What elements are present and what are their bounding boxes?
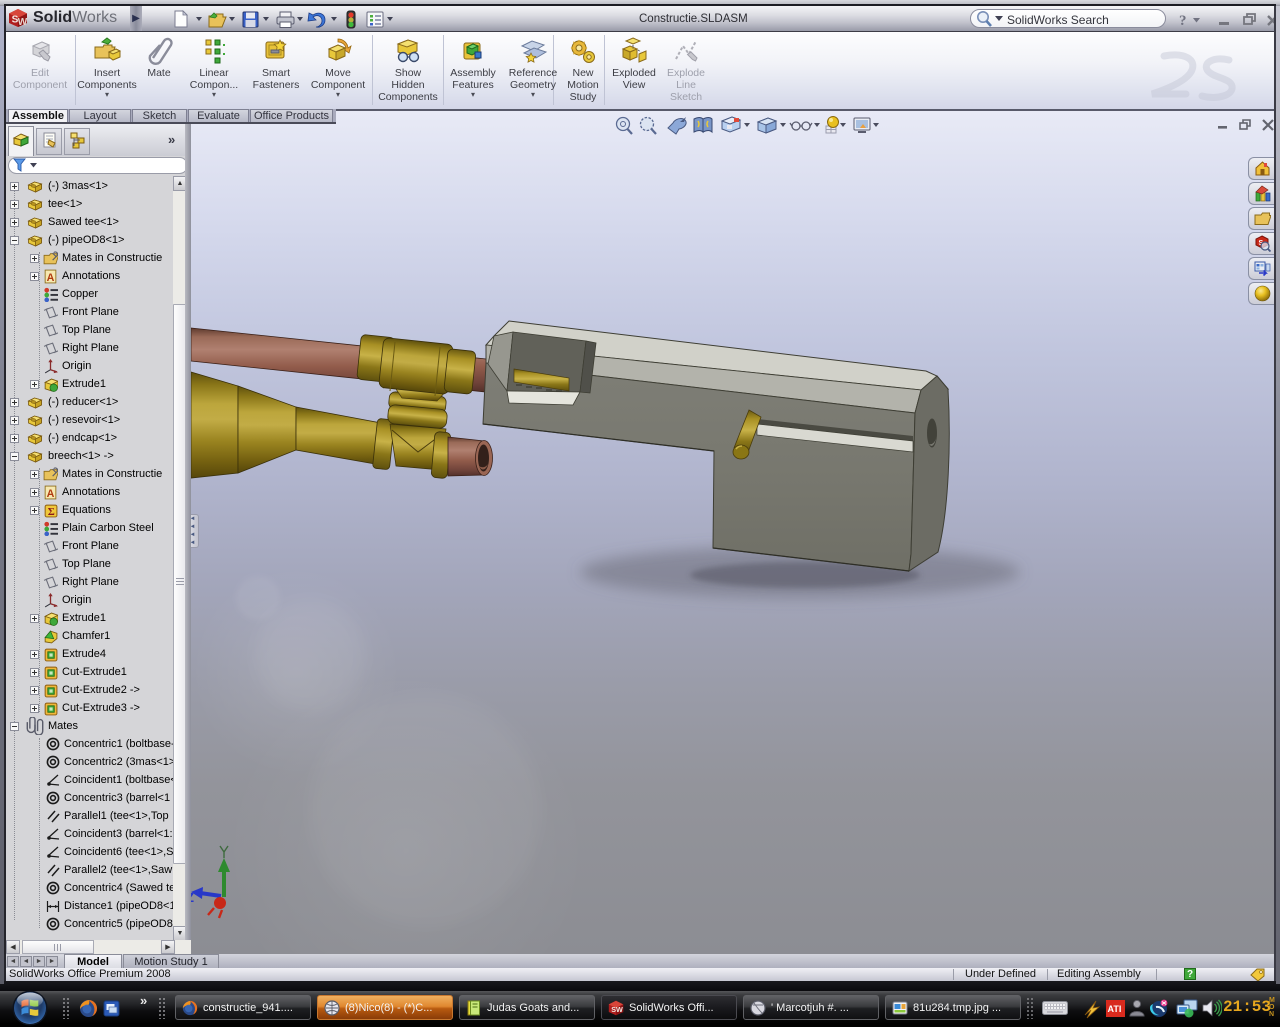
svg-text:W: W — [18, 17, 28, 28]
svg-text:ATI: ATI — [1108, 1004, 1122, 1014]
svg-text:SW: SW — [611, 1005, 623, 1014]
svg-text:?: ? — [1179, 13, 1187, 29]
